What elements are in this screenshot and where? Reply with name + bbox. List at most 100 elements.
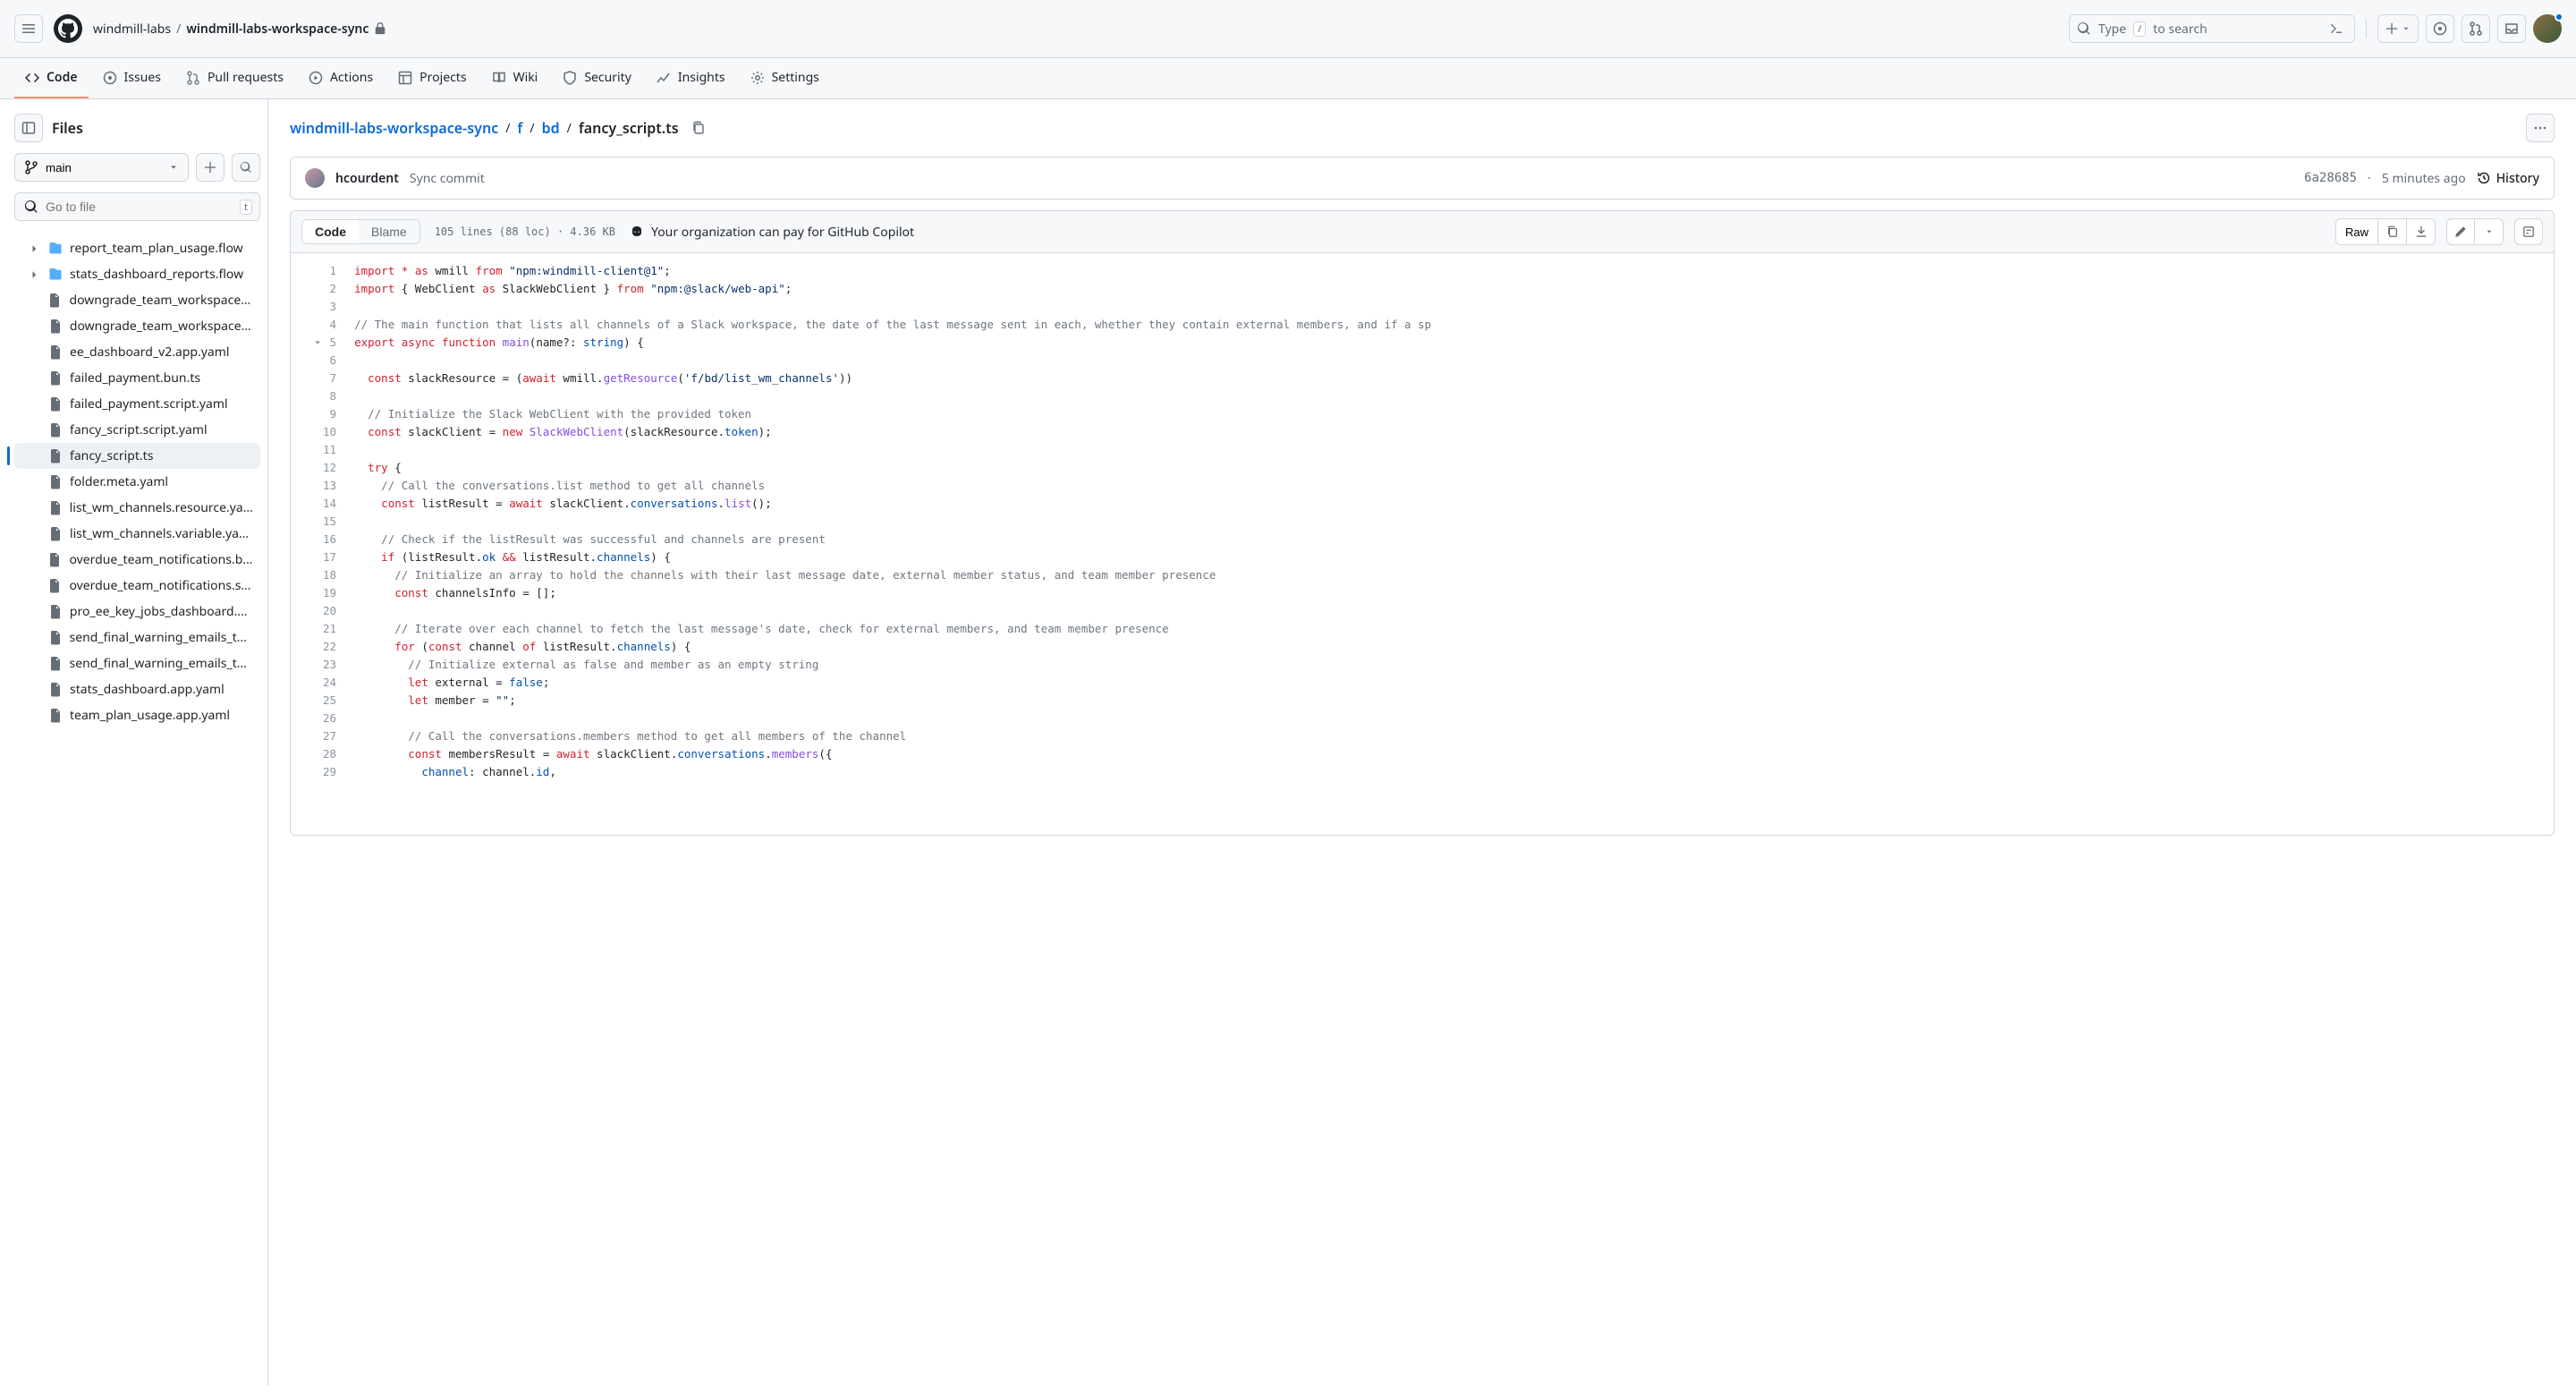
- line-number[interactable]: 15: [323, 513, 336, 531]
- tree-item[interactable]: downgrade_team_workspace.s…: [14, 287, 260, 313]
- line-number[interactable]: 6: [330, 352, 337, 370]
- tree-item[interactable]: fancy_script.script.yaml: [14, 417, 260, 443]
- code-line[interactable]: let member = "";: [354, 692, 2554, 710]
- line-number[interactable]: 29: [323, 763, 336, 781]
- tree-item[interactable]: send_final_warning_emails_to_…: [14, 650, 260, 676]
- code-line[interactable]: let external = false;: [354, 674, 2554, 692]
- branch-select[interactable]: main: [14, 153, 189, 182]
- code-line[interactable]: [354, 602, 2554, 620]
- add-file-button[interactable]: [196, 153, 225, 182]
- issues-button[interactable]: [2426, 14, 2454, 43]
- line-number[interactable]: 13: [323, 477, 336, 495]
- toggle-code[interactable]: Code: [302, 220, 359, 243]
- line-number[interactable]: 9: [330, 405, 337, 423]
- code-line[interactable]: try {: [354, 459, 2554, 477]
- line-number[interactable]: 19: [323, 584, 336, 602]
- line-number[interactable]: 1: [330, 262, 337, 280]
- tab-actions[interactable]: Actions: [298, 58, 384, 98]
- code-line[interactable]: import * as wmill from "npm:windmill-cli…: [354, 262, 2554, 280]
- path-part-repo[interactable]: windmill-labs-workspace-sync: [290, 118, 498, 138]
- code-line[interactable]: // Iterate over each channel to fetch th…: [354, 620, 2554, 638]
- line-number[interactable]: 18: [323, 566, 336, 584]
- code-line[interactable]: import { WebClient as SlackWebClient } f…: [354, 280, 2554, 298]
- line-number[interactable]: 22: [323, 638, 336, 656]
- fold-icon[interactable]: [312, 337, 323, 348]
- tree-item[interactable]: failed_payment.script.yaml: [14, 391, 260, 417]
- command-palette-icon[interactable]: [2326, 20, 2347, 38]
- code-line[interactable]: // Check if the listResult was successfu…: [354, 531, 2554, 548]
- inbox-button[interactable]: [2497, 14, 2526, 43]
- code-line[interactable]: [354, 710, 2554, 727]
- code-line[interactable]: // The main function that lists all chan…: [354, 316, 2554, 334]
- edit-button[interactable]: [2446, 218, 2475, 245]
- code-line[interactable]: // Initialize external as false and memb…: [354, 656, 2554, 674]
- code-line[interactable]: const listResult = await slackClient.con…: [354, 495, 2554, 513]
- code-line[interactable]: export async function main(name?: string…: [354, 334, 2554, 352]
- tree-item[interactable]: overdue_team_notifications.scr…: [14, 573, 260, 599]
- copilot-upsell[interactable]: Your organization can pay for GitHub Cop…: [630, 224, 914, 241]
- line-number[interactable]: 4: [330, 316, 337, 334]
- line-number[interactable]: 2: [330, 280, 337, 298]
- copy-path-button[interactable]: [686, 115, 711, 140]
- code-line[interactable]: [354, 298, 2554, 316]
- code-line[interactable]: // Initialize the Slack WebClient with t…: [354, 405, 2554, 423]
- line-number[interactable]: 20: [323, 602, 336, 620]
- line-number[interactable]: 16: [323, 531, 336, 548]
- code-line[interactable]: [354, 387, 2554, 405]
- line-number[interactable]: 27: [323, 727, 336, 745]
- more-actions-button[interactable]: [2526, 114, 2555, 142]
- tree-item[interactable]: list_wm_channels.variable.yaml: [14, 521, 260, 547]
- breadcrumb-repo[interactable]: windmill-labs-workspace-sync: [186, 21, 369, 38]
- history-button[interactable]: History: [2477, 170, 2539, 187]
- avatar[interactable]: [2533, 14, 2562, 43]
- tab-wiki[interactable]: Wiki: [481, 58, 549, 98]
- tree-item[interactable]: overdue_team_notifications.bu…: [14, 547, 260, 573]
- line-number[interactable]: 7: [330, 370, 337, 387]
- tab-projects[interactable]: Projects: [387, 58, 477, 98]
- goto-file-input[interactable]: t: [14, 192, 260, 221]
- copy-raw-button[interactable]: [2378, 218, 2407, 245]
- line-number[interactable]: 25: [323, 692, 336, 710]
- tree-item[interactable]: stats_dashboard_reports.flow: [14, 261, 260, 287]
- line-number[interactable]: 3: [330, 298, 337, 316]
- path-part-1[interactable]: f: [517, 118, 522, 138]
- path-part-2[interactable]: bd: [542, 118, 560, 138]
- line-number[interactable]: 8: [330, 387, 337, 405]
- tree-item[interactable]: pro_ee_key_jobs_dashboard.a…: [14, 599, 260, 625]
- tab-settings[interactable]: Settings: [740, 58, 830, 98]
- tree-item[interactable]: fancy_script.ts: [14, 443, 260, 469]
- github-logo[interactable]: [54, 14, 82, 43]
- tree-item[interactable]: report_team_plan_usage.flow: [14, 235, 260, 261]
- collapse-sidebar-button[interactable]: [14, 114, 43, 142]
- code-line[interactable]: for (const channel of listResult.channel…: [354, 638, 2554, 656]
- tree-item[interactable]: stats_dashboard.app.yaml: [14, 676, 260, 702]
- symbols-button[interactable]: [2514, 218, 2543, 245]
- code-viewer[interactable]: 1234567891011121314151617181920212223242…: [291, 253, 2554, 835]
- code-line[interactable]: [354, 352, 2554, 370]
- raw-button[interactable]: Raw: [2335, 218, 2378, 245]
- code-line[interactable]: // Call the conversations.list method to…: [354, 477, 2554, 495]
- tree-item[interactable]: folder.meta.yaml: [14, 469, 260, 495]
- search-files-button[interactable]: [232, 153, 260, 182]
- commit-avatar[interactable]: [305, 168, 325, 188]
- line-number[interactable]: 5: [330, 334, 337, 352]
- code-line[interactable]: [354, 513, 2554, 531]
- create-new-button[interactable]: [2377, 14, 2419, 43]
- commit-sha[interactable]: 6a28685: [2304, 171, 2357, 185]
- code-line[interactable]: // Call the conversations.members method…: [354, 727, 2554, 745]
- breadcrumb-org[interactable]: windmill-labs: [93, 21, 171, 38]
- tree-item[interactable]: team_plan_usage.app.yaml: [14, 702, 260, 728]
- tab-security[interactable]: Security: [552, 58, 642, 98]
- download-button[interactable]: [2407, 218, 2436, 245]
- edit-menu-button[interactable]: [2475, 218, 2504, 245]
- hamburger-button[interactable]: [14, 14, 43, 43]
- tree-item[interactable]: list_wm_channels.resource.yaml: [14, 495, 260, 521]
- line-number[interactable]: 12: [323, 459, 336, 477]
- line-number[interactable]: 11: [323, 441, 336, 459]
- search-input[interactable]: Type / to search: [2069, 14, 2355, 43]
- goto-file-field[interactable]: [46, 200, 250, 214]
- code-line[interactable]: if (listResult.ok && listResult.channels…: [354, 548, 2554, 566]
- code-line[interactable]: [354, 441, 2554, 459]
- commit-message[interactable]: Sync commit: [410, 170, 485, 187]
- tab-issues[interactable]: Issues: [92, 58, 172, 98]
